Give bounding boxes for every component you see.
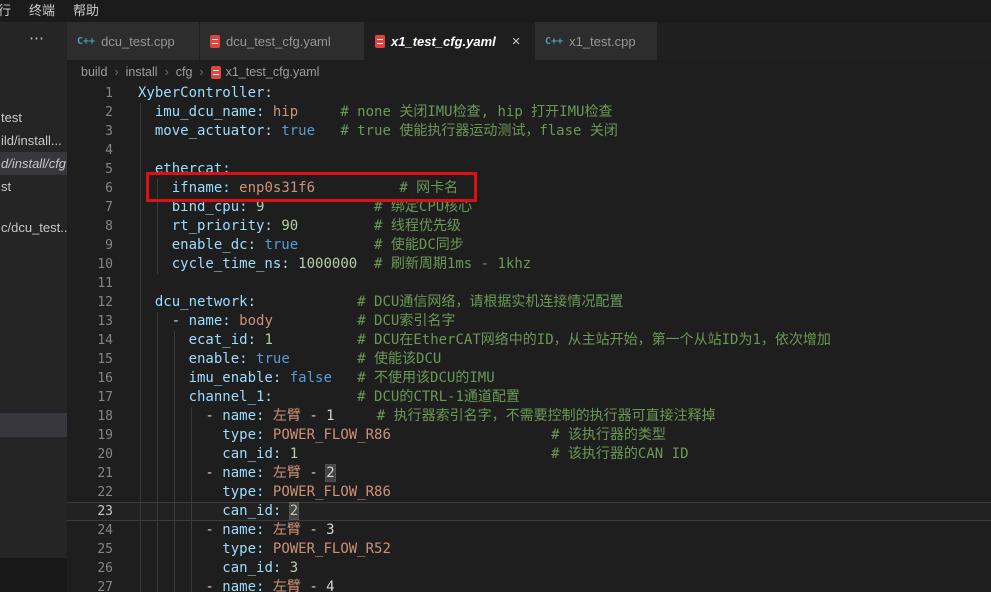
code-line[interactable] [138,274,831,293]
sidebar-item[interactable]: test [1,106,67,129]
line-number: 20 [67,445,113,464]
line-number: 23 [67,502,113,521]
line-number: 26 [67,559,113,578]
yaml-file-icon [211,66,221,79]
line-number: 3 [67,122,113,141]
line-number: 11 [67,274,113,293]
code-line[interactable]: rt_priority: 90 # 线程优先级 [138,217,831,236]
tab-x1-test-cpp[interactable]: C++ x1_test.cpp [535,22,658,60]
sidebar-bottom-block [0,558,67,592]
code-line[interactable]: move_actuator: true # true 使能执行器运动测试，fla… [138,122,831,141]
breadcrumb-item-build[interactable]: build [81,65,107,79]
code-line[interactable]: can_id: 3 [138,559,831,578]
line-number: 22 [67,483,113,502]
code-line[interactable]: can_id: 1 # 该执行器的CAN ID [138,445,831,464]
editor-group: C++ dcu_test.cpp dcu_test_cfg.yaml x1_te… [67,22,991,592]
line-number: 14 [67,331,113,350]
line-number: 16 [67,369,113,388]
tab-bar: C++ dcu_test.cpp dcu_test_cfg.yaml x1_te… [67,22,991,60]
code-line[interactable]: - name: 左臂 - 4 [138,578,831,592]
tab-label: x1_test.cpp [569,34,636,49]
line-number: 4 [67,141,113,160]
code-line[interactable]: - name: 左臂 - 1 # 执行器索引名字，不需要控制的执行器可直接注释掉 [138,407,831,426]
sidebar-item[interactable]: c/dcu_test... [1,216,67,239]
breadcrumb-item-cfg[interactable]: cfg [176,65,193,79]
line-number: 19 [67,426,113,445]
tab-x1-test-cfg-yaml[interactable]: x1_test_cfg.yaml × [365,22,535,60]
line-number: 21 [67,464,113,483]
line-number: 8 [67,217,113,236]
code-line[interactable]: imu_enable: false # 不使用该DCU的IMU [138,369,831,388]
line-number: 27 [67,578,113,592]
code-line[interactable] [138,141,831,160]
cpp-file-icon: C++ [77,36,95,47]
code-line[interactable]: - name: 左臂 - 2 [138,464,831,483]
tab-dcu-test-cpp[interactable]: C++ dcu_test.cpp [67,22,200,60]
code-line[interactable]: type: POWER_FLOW_R52 [138,540,831,559]
line-number: 24 [67,521,113,540]
sidebar-item[interactable]: ild/install... [1,129,67,152]
menu-item-terminal[interactable]: 终端 [20,0,64,22]
menu-bar: 行 终端 帮助 [0,0,991,22]
yaml-file-icon [375,35,385,48]
cpp-file-icon: C++ [545,36,563,47]
tab-label: x1_test_cfg.yaml [391,34,496,49]
code-line[interactable]: - name: body # DCU索引名字 [138,312,831,331]
code-line[interactable]: type: POWER_FLOW_R86 [138,483,831,502]
code-line[interactable]: type: POWER_FLOW_R86 # 该执行器的类型 [138,426,831,445]
chevron-right-icon: › [199,65,203,79]
line-number: 18 [67,407,113,426]
sidebar-item[interactable]: d/install/cfg [0,152,67,175]
code-line[interactable]: cycle_time_ns: 1000000 # 刷新周期1ms - 1khz [138,255,831,274]
tab-label: dcu_test.cpp [101,34,175,49]
breadcrumb-item-install[interactable]: install [126,65,158,79]
yaml-file-icon [210,35,220,48]
line-number-gutter[interactable]: 1234567891011121314151617181920212223242… [67,84,113,592]
tab-bar-empty-space [658,22,991,60]
chevron-right-icon: › [114,65,118,79]
code-line[interactable]: XyberController: [138,84,831,103]
line-number: 6 [67,179,113,198]
line-number: 17 [67,388,113,407]
line-number: 1 [67,84,113,103]
line-number: 12 [67,293,113,312]
sidebar-item[interactable]: st [1,175,67,198]
code-line[interactable]: ecat_id: 1 # DCU在EtherCAT网络中的ID，从主站开始，第一… [138,331,831,350]
code-line[interactable]: channel_1: # DCU的CTRL-1通道配置 [138,388,831,407]
code-editor[interactable]: 1234567891011121314151617181920212223242… [67,84,991,592]
breadcrumb-file-label: x1_test_cfg.yaml [226,65,320,79]
code-line[interactable]: enable_dc: true # 使能DC同步 [138,236,831,255]
line-number: 10 [67,255,113,274]
line-number: 9 [67,236,113,255]
breadcrumb-item-file[interactable]: x1_test_cfg.yaml [211,65,320,79]
code-line[interactable]: - name: 左臂 - 3 [138,521,831,540]
more-actions-icon[interactable]: ⋯ [29,29,45,47]
menu-item-help[interactable]: 帮助 [64,0,108,22]
tab-dcu-test-cfg-yaml[interactable]: dcu_test_cfg.yaml [200,22,365,60]
close-icon[interactable]: × [512,34,521,49]
chevron-right-icon: › [165,65,169,79]
code-line[interactable]: enable: true # 使能该DCU [138,350,831,369]
tab-label: dcu_test_cfg.yaml [226,34,331,49]
breadcrumb: build › install › cfg › x1_test_cfg.yaml [67,60,991,84]
line-number: 5 [67,160,113,179]
line-number: 13 [67,312,113,331]
sidebar-selected-empty-row[interactable] [0,413,67,437]
line-number: 2 [67,103,113,122]
annotation-red-box [146,172,477,202]
code-line[interactable]: can_id: 2 [138,502,831,521]
code-line[interactable]: dcu_network: # DCU通信网络，请根据实机连接情况配置 [138,293,831,312]
line-number: 15 [67,350,113,369]
menu-item-run[interactable]: 行 [0,0,20,22]
sidebar-panel: ⋯ testild/install...d/install/cfgst c/dcu… [0,22,67,592]
line-number: 25 [67,540,113,559]
code-line[interactable]: imu_dcu_name: hip # none 关闭IMU检查, hip 打开… [138,103,831,122]
line-number: 7 [67,198,113,217]
